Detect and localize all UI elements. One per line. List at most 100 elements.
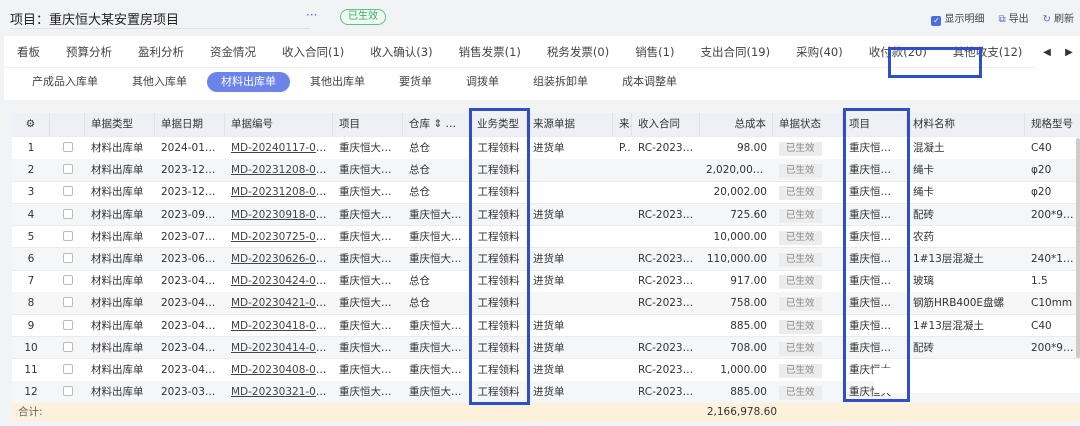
document-number-link[interactable]: MD-20230421-001	[231, 297, 329, 309]
table-row[interactable]: 5 材料出库单 2023-07-25 MD-20230725-001 重庆恒大某... 重…	[12, 226, 1080, 249]
table-row[interactable]: 6 材料出库单 2023-06-26 MD-20230626-001 重庆恒大某... 重…	[12, 248, 1080, 271]
row-checkbox[interactable]	[50, 337, 85, 359]
table-cell: 重庆恒大某...	[409, 253, 470, 265]
document-number-link[interactable]: MD-20230418-002	[231, 320, 329, 332]
document-number-link[interactable]: MD-20230414-001	[231, 342, 329, 354]
table-cell: 材料出库单	[91, 186, 144, 199]
document-number-link[interactable]: MD-20230408-001	[231, 364, 329, 376]
table-cell: 进货单	[533, 253, 565, 265]
document-number-link[interactable]: MD-20230725-001	[231, 231, 329, 243]
table-row[interactable]: 4 材料出库单 2023-09-18 MD-20230918-001 重庆恒大某... 重…	[12, 203, 1080, 227]
tab-item[interactable]: 收入确认(3)	[357, 36, 445, 67]
table-cell: 重庆恒大某...	[409, 319, 470, 332]
table-row[interactable]: 1 材料出库单 2024-01-17 MD-20240117-001 重庆恒大某... 总…	[12, 137, 1080, 160]
table-row[interactable]: 7 材料出库单 2023-04-24 MD-20230424-001 重庆恒大某... 总…	[12, 270, 1080, 293]
tab-item[interactable]: 收付款(20)	[856, 36, 940, 67]
column-header[interactable]: 项目	[843, 113, 907, 136]
main-tabs: 看板 预算分析 盈利分析 资金情况 收入合同(1) 收入确认(3) 销售发票(1) 税务发票(…	[4, 36, 1080, 68]
table-row[interactable]: 9 材料出库单 2023-04-18 MD-20230418-002 重庆恒大某... 重…	[12, 315, 1080, 338]
column-header[interactable]: 业务类型	[470, 113, 527, 136]
tab-item[interactable]: 其他收支(12)	[940, 36, 1036, 67]
table-cell: 1#13层混凝土	[913, 253, 984, 265]
document-number-link[interactable]: MD-20230626-001	[231, 253, 329, 265]
table-cell: 重庆恒大某...	[409, 230, 470, 243]
tab-item[interactable]: 收入合同(1)	[269, 36, 357, 67]
table-cell: 总仓	[409, 186, 430, 199]
document-number-link[interactable]: MD-20231208-002	[231, 164, 329, 176]
document-number-link[interactable]: MD-20230918-001	[231, 209, 329, 221]
table-row[interactable]: 10 材料出库单 2023-04-14 MD-20230414-001 重庆恒大某...…	[12, 336, 1080, 360]
checkbox-icon	[62, 386, 73, 397]
row-checkbox[interactable]	[50, 159, 85, 181]
table-cell: 重庆恒大某...	[849, 186, 907, 199]
column-header[interactable]: 收入合同	[632, 113, 700, 136]
tab-item[interactable]: 资金情况	[197, 36, 269, 67]
row-checkbox[interactable]	[50, 270, 85, 292]
tab-item[interactable]: 预算分析	[53, 36, 125, 67]
subtab-item[interactable]: 材料出库单	[207, 72, 290, 92]
subtab-item[interactable]: 组装拆卸单	[519, 72, 602, 92]
refresh-button[interactable]: ↻ 刷新	[1043, 10, 1074, 26]
table-row[interactable]: 2 材料出库单 2023-12-08 MD-20231208-002 重庆恒大某... 总…	[12, 159, 1080, 182]
title-underline	[10, 28, 310, 29]
subtab-item[interactable]: 要货单	[385, 72, 446, 92]
subtab-item[interactable]: 产成品入库单	[18, 72, 112, 92]
row-checkbox[interactable]	[50, 292, 85, 314]
tab-item[interactable]: 税务发票(0)	[534, 36, 622, 67]
column-header[interactable]: 单据类型	[85, 113, 155, 136]
table-cell: 材料出库单	[91, 208, 144, 221]
subtab-item[interactable]: 其他出库单	[296, 72, 379, 92]
column-header[interactable]: 项目	[333, 113, 403, 136]
column-header[interactable]: 来源单据	[527, 113, 613, 136]
tab-item[interactable]: 看板	[4, 36, 53, 67]
tab-panel: 看板 预算分析 盈利分析 资金情况 收入合同(1) 收入确认(3) 销售发票(1) 税务发票(…	[4, 36, 1080, 100]
vertical-scrollbar[interactable]	[1076, 138, 1080, 358]
status-tag: 已生效	[779, 230, 822, 245]
export-button[interactable]: ⧉ 导出	[998, 10, 1028, 26]
subtab-item[interactable]: 其他入库单	[118, 72, 201, 92]
subtab-item[interactable]: 调拨单	[452, 72, 513, 92]
column-header[interactable]	[50, 113, 85, 136]
show-detail-checkbox[interactable]: ✓ 显示明细	[931, 10, 984, 26]
row-checkbox[interactable]	[50, 137, 85, 159]
status-tag: 已生效	[779, 341, 822, 356]
column-header[interactable]: 总成本	[700, 113, 773, 136]
more-icon[interactable]: ···	[306, 8, 317, 22]
column-header[interactable]: 来源	[613, 113, 632, 136]
row-checkbox[interactable]	[50, 315, 85, 337]
tab-item[interactable]: 采购(40)	[783, 36, 856, 67]
tab-item[interactable]: 支出合同(19)	[687, 36, 783, 67]
document-number-link[interactable]: MD-20230321-001	[231, 386, 329, 398]
tab-prev-icon[interactable]: ◀	[1043, 47, 1051, 58]
table-header: ⚙单据类型单据日期单据编号项目仓库 ⇕ ⊽ ⊼业务类型来源单据来源收入合同总成本…	[12, 113, 1080, 137]
tab-item[interactable]: 销售(1)	[622, 36, 687, 67]
document-number-link[interactable]: MD-20231208-001	[231, 186, 329, 198]
document-number-link[interactable]: MD-20230424-001	[231, 275, 329, 287]
table-cell	[613, 226, 632, 248]
row-checkbox[interactable]	[50, 248, 85, 270]
tab-next-icon[interactable]: ▶	[1065, 47, 1073, 58]
subtab-item[interactable]: 成本调整单	[608, 72, 691, 92]
table-cell: P...	[619, 142, 632, 154]
column-header[interactable]: 仓库 ⇕ ⊽ ⊼	[403, 113, 470, 136]
row-checkbox[interactable]	[50, 181, 85, 203]
table-row[interactable]: 8 材料出库单 2023-04-21 MD-20230421-001 重庆恒大某... 总…	[12, 292, 1080, 316]
table-row[interactable]: 3 材料出库单 2023-12-08 MD-20231208-001 重庆恒大某... 总…	[12, 181, 1080, 205]
tab-item[interactable]: 盈利分析	[125, 36, 197, 67]
row-checkbox[interactable]	[50, 226, 85, 248]
row-checkbox[interactable]	[50, 359, 85, 381]
row-checkbox[interactable]	[50, 381, 85, 403]
column-header[interactable]: 单据编号	[225, 113, 333, 136]
tab-item[interactable]: 销售发票(1)	[446, 36, 534, 67]
column-header[interactable]: 规格型号	[1025, 113, 1080, 136]
status-tag: 已生效	[779, 386, 822, 401]
column-header[interactable]: ⚙	[12, 113, 50, 136]
table-cell: 885.00	[730, 386, 767, 399]
column-header[interactable]: 单据日期	[155, 113, 225, 136]
checkbox-icon	[62, 275, 73, 286]
column-header[interactable]: 材料名称	[907, 113, 1025, 136]
table-cell: RC-202303...	[638, 364, 700, 376]
document-number-link[interactable]: MD-20240117-001	[231, 142, 329, 154]
column-header[interactable]: 单据状态	[773, 113, 843, 136]
row-checkbox[interactable]	[50, 204, 85, 226]
